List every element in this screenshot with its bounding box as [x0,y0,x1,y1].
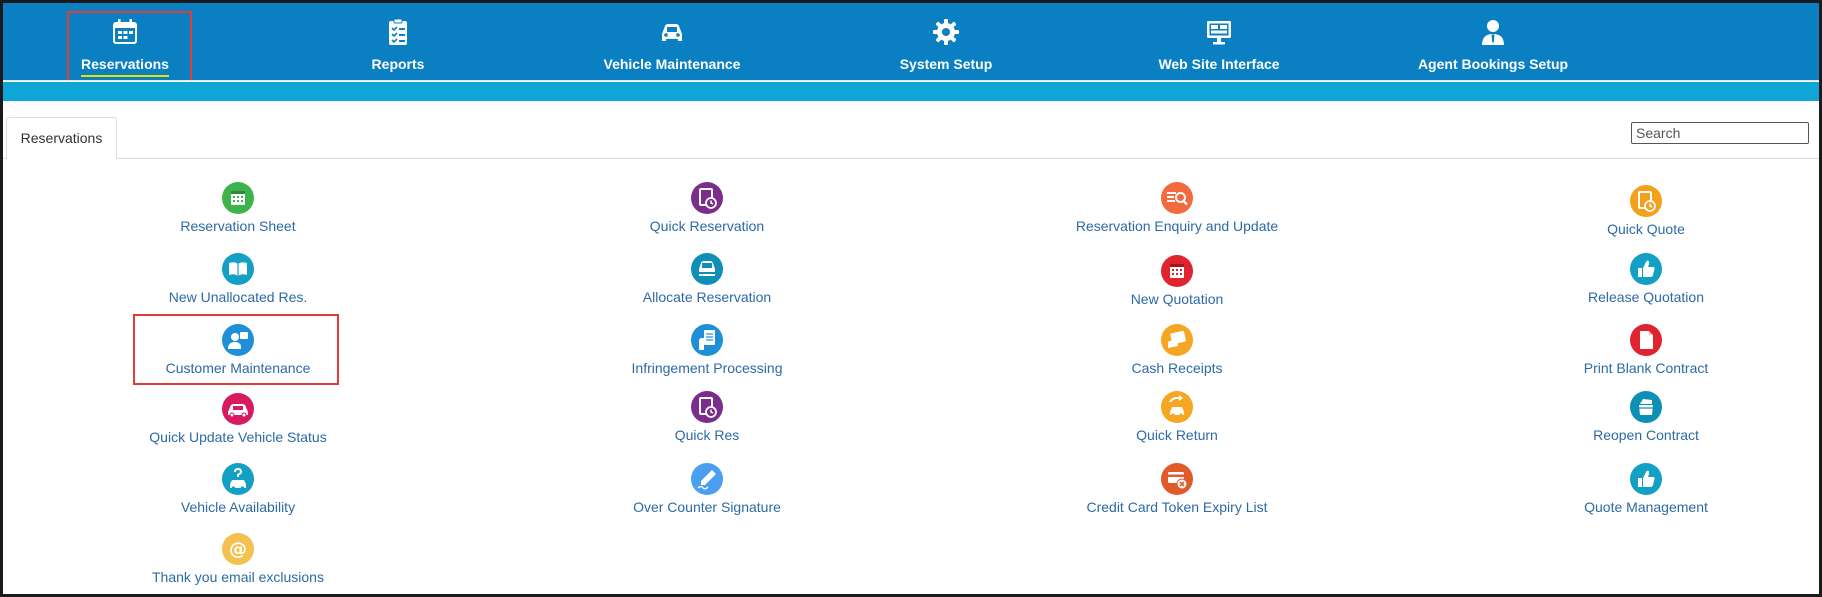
menu-item-label: Thank you email exclusions [152,569,324,585]
menu-item-label: Cash Receipts [1131,360,1223,376]
car-return-icon [1161,391,1193,423]
gear-icon [933,19,959,45]
menu-item-label: Reservation Enquiry and Update [1075,218,1279,234]
active-nav-highlight [67,11,192,90]
menu-item-label: Quick Update Vehicle Status [149,429,327,445]
document-icon [1630,324,1662,356]
menu-item-label: Infringement Processing [631,360,783,376]
menu-item-credit-card-token-expiry-list[interactable]: Credit Card Token Expiry List [1017,463,1337,521]
clipboard-list-icon [389,18,407,45]
menu-item-label: New Unallocated Res. [168,289,308,305]
menu-item-quick-res[interactable]: Quick Res [547,391,867,449]
tab-bar: Reservations [3,117,1819,160]
clipboard-clock-icon [691,182,723,214]
receipt-icon [1161,324,1193,356]
menu-item-quick-return[interactable]: Quick Return [1017,391,1337,449]
menu-item-quick-quote[interactable]: Quick Quote [1486,185,1806,243]
menu-item-label: Credit Card Token Expiry List [1086,499,1268,515]
tab-reservations[interactable]: Reservations [6,117,117,160]
menu-item-label: Quick Quote [1607,221,1685,237]
nav-label: Reports [371,56,425,72]
menu-item-new-quotation[interactable]: New Quotation [1017,255,1337,313]
nav-label: System Setup [899,56,993,72]
open-box-icon [1630,391,1662,423]
menu-item-label: Quote Management [1584,499,1708,515]
at-sign-icon: @ [222,533,254,565]
nav-agent-bookings-setup[interactable]: Agent Bookings Setup [1393,15,1593,77]
highlight-customer-maintenance [133,314,339,385]
pen-signature-icon [691,463,723,495]
menu-item-label: Quick Res [674,427,740,443]
menu-item-thank-you-email-exclusions[interactable]: @ Thank you email exclusions [78,533,398,591]
menu-item-infringement-processing[interactable]: Infringement Processing [547,324,867,382]
thumbs-up-icon [1630,463,1662,495]
nav-web-site-interface[interactable]: Web Site Interface [1119,15,1319,77]
svg-text:@: @ [229,539,247,560]
open-book-icon [222,253,254,285]
menu-item-label: Allocate Reservation [642,289,772,305]
car-icon [222,393,254,425]
search-input[interactable] [1631,122,1809,144]
nav-reports[interactable]: Reports [298,15,498,77]
menu-item-reservation-enquiry-and-update[interactable]: Reservation Enquiry and Update [1017,182,1337,240]
app-frame: Reservations Reports Vehicle Maintenance [0,0,1822,597]
agent-user-icon [1482,20,1504,45]
menu-item-label: Quick Reservation [649,218,765,234]
menu-item-label: Reservation Sheet [180,218,296,234]
list-search-icon [1161,182,1193,214]
question-car-icon [222,463,254,495]
menu-item-label: Release Quotation [1588,289,1704,305]
car-icon [662,24,682,41]
nav-label: Vehicle Maintenance [603,56,741,72]
monitor-icon [1207,21,1231,45]
menu-item-label: New Quotation [1130,291,1224,307]
clipboard-clock-icon [1630,185,1662,217]
nav-label: Web Site Interface [1158,56,1280,72]
menu-item-reopen-contract[interactable]: Reopen Contract [1486,391,1806,449]
menu-item-label: Quick Return [1136,427,1218,443]
menu-item-over-counter-signature[interactable]: Over Counter Signature [547,463,867,521]
calendar-grid-icon [222,182,254,214]
clipboard-clock-icon [691,391,723,423]
menu-item-quick-reservation[interactable]: Quick Reservation [547,182,867,240]
menu-item-vehicle-availability[interactable]: Vehicle Availability [78,463,398,521]
menu-item-cash-receipts[interactable]: Cash Receipts [1017,324,1337,382]
document-hand-icon [691,324,723,356]
thumbs-up-icon [1630,253,1662,285]
menu-item-label: Reopen Contract [1593,427,1699,443]
menu-item-label: Print Blank Contract [1583,360,1709,376]
menu-item-release-quotation[interactable]: Release Quotation [1486,253,1806,311]
menu-item-allocate-reservation[interactable]: Allocate Reservation [547,253,867,311]
car-front-icon [691,253,723,285]
calendar-grid-icon [1161,255,1193,287]
menu-item-label: Over Counter Signature [633,499,781,515]
menu-item-quick-update-vehicle-status[interactable]: Quick Update Vehicle Status [78,393,398,451]
sub-navigation-bar [3,82,1819,101]
menu-item-new-unallocated-res[interactable]: New Unallocated Res. [78,253,398,311]
menu-item-reservation-sheet[interactable]: Reservation Sheet [78,182,398,240]
card-cancel-icon [1161,463,1193,495]
nav-label: Agent Bookings Setup [1417,56,1569,72]
menu-item-quote-management[interactable]: Quote Management [1486,463,1806,521]
menu-item-print-blank-contract[interactable]: Print Blank Contract [1486,324,1806,382]
nav-vehicle-maintenance[interactable]: Vehicle Maintenance [572,15,772,77]
nav-system-setup[interactable]: System Setup [846,15,1046,77]
top-navigation-bar: Reservations Reports Vehicle Maintenance [3,3,1819,90]
menu-item-label: Vehicle Availability [180,499,296,515]
